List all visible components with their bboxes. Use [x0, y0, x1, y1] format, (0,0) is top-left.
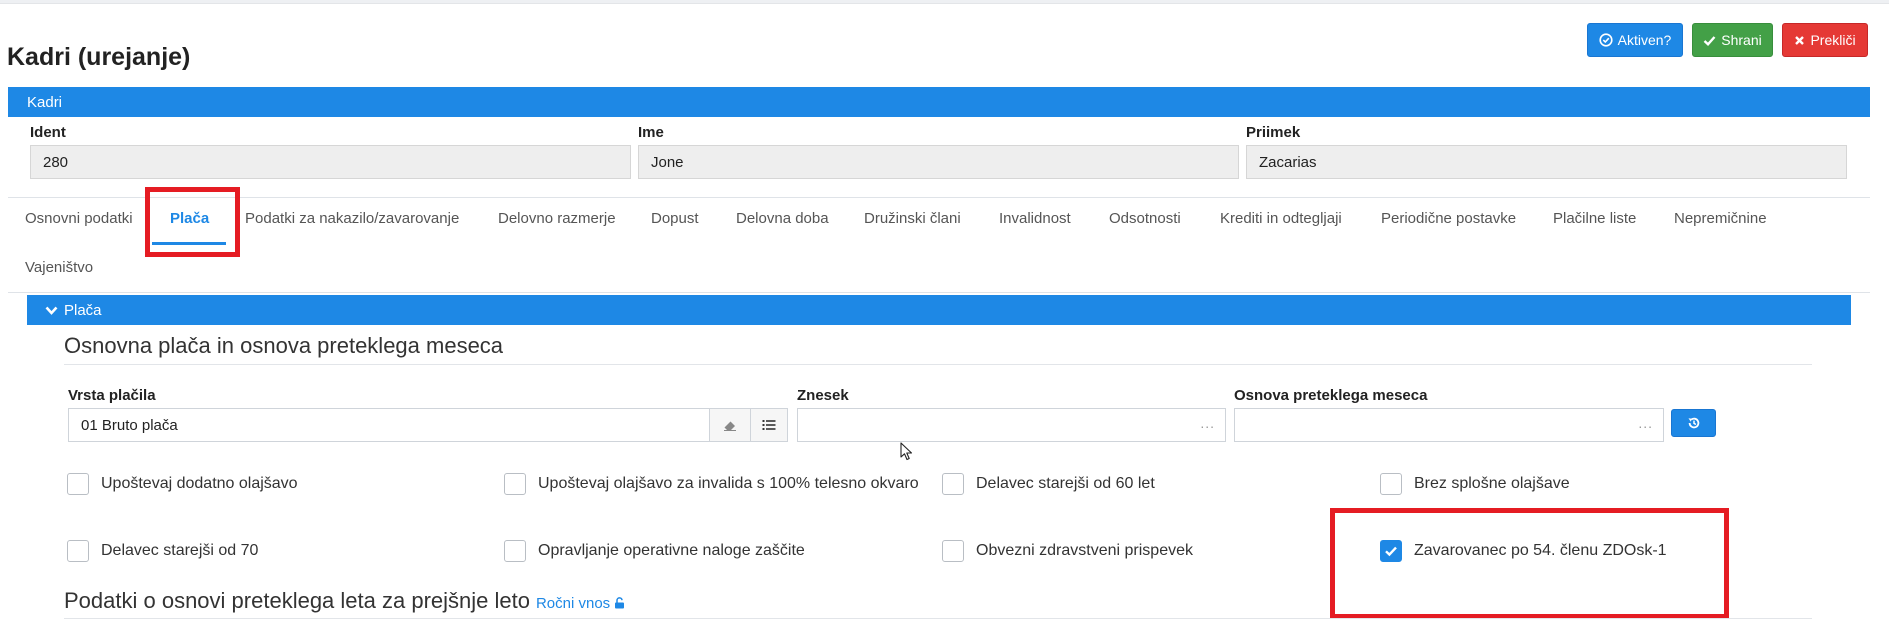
placa-panel-title: Plača [64, 301, 102, 319]
save-button[interactable]: Shrani [1692, 23, 1773, 57]
rocni-vnos-link[interactable]: Ročni vnos [536, 595, 625, 612]
rocni-vnos-label: Ročni vnos [535, 595, 611, 612]
znesek-label: Znesek [797, 387, 849, 404]
osnova-label: Osnova preteklega meseca [1234, 387, 1428, 404]
history-icon [1688, 417, 1699, 429]
checkbox-label: Delavec starejši od 70 [101, 542, 259, 559]
ident-label: Ident [30, 124, 66, 141]
tab-dopust[interactable]: Dopust [651, 210, 699, 227]
tab-delovna-doba[interactable]: Delovna doba [736, 210, 829, 227]
checkbox-box[interactable] [504, 540, 526, 562]
priimek-value: Zacarias [1259, 153, 1317, 171]
tab-nepremicnine[interactable]: Nepremičnine [1674, 210, 1767, 227]
save-button-label: Shrani [1721, 32, 1762, 48]
kadri-panel-header: Kadri [8, 87, 1870, 117]
ime-value: Jone [651, 153, 684, 171]
osnova-input[interactable]: ... [1234, 408, 1664, 442]
tab-periodicne-postavke[interactable]: Periodične postavke [1381, 210, 1516, 227]
tab-vajenistvo[interactable]: Vajeništvo [25, 259, 93, 276]
tab-odsotnosti[interactable]: Odsotnosti [1109, 210, 1181, 227]
checkbox-starejsi-60[interactable]: Delavec starejši od 60 let [942, 473, 1155, 495]
checkbox-box[interactable] [942, 473, 964, 495]
cancel-button[interactable]: Prekliči [1782, 23, 1868, 57]
section-title-osnova-preteklega-leta: Podatki o osnovi preteklega leta za prej… [64, 588, 625, 614]
checkbox-zdravstveni-prispevek[interactable]: Obvezni zdravstveni prispevek [942, 540, 1193, 562]
list-button[interactable] [750, 408, 788, 442]
tab-invalidnost[interactable]: Invalidnost [999, 210, 1071, 227]
tab-druzinski-clani[interactable]: Družinski člani [864, 210, 961, 227]
checkbox-box[interactable] [942, 540, 964, 562]
check-icon [1703, 35, 1716, 46]
vrsta-placila-value: 01 Bruto plača [81, 416, 178, 434]
tab-krediti-in-odtegljaji[interactable]: Krediti in odtegljaji [1220, 210, 1342, 227]
top-border [0, 0, 1889, 4]
checkbox-box[interactable] [1380, 473, 1402, 495]
tabs-bottom-divider [8, 292, 1870, 293]
mouse-cursor-icon [900, 442, 913, 461]
section-rule-1 [64, 364, 1812, 365]
check-circle-icon [1599, 33, 1613, 47]
checkbox-brez-splosne-olajsave[interactable]: Brez splošne olajšave [1380, 473, 1570, 495]
annotation-highlight-checkbox [1330, 508, 1729, 619]
kadri-panel-title: Kadri [27, 93, 63, 111]
checkbox-label: Obvezni zdravstveni prispevek [976, 542, 1193, 559]
cancel-button-label: Prekliči [1810, 32, 1856, 48]
checkbox-label: Brez splošne olajšave [1414, 475, 1570, 492]
list-icon [762, 420, 776, 430]
checkbox-label: Upoštevaj olajšavo za invalida s 100% te… [538, 475, 919, 492]
checkbox-starejsi-70[interactable]: Delavec starejši od 70 [67, 540, 258, 562]
tab-delovno-razmerje[interactable]: Delovno razmerje [498, 210, 616, 227]
checkbox-box[interactable] [504, 473, 526, 495]
page-title: Kadri (urejanje) [7, 43, 191, 71]
active-button-label: Aktiven? [1617, 32, 1672, 48]
checkbox-box[interactable] [67, 540, 89, 562]
checkbox-olajsava-invalid[interactable]: Upoštevaj olajšavo za invalida s 100% te… [504, 473, 919, 495]
vrsta-placila-input[interactable]: 01 Bruto plača [68, 408, 710, 442]
eraser-icon [724, 421, 736, 431]
tab-placilne-liste[interactable]: Plačilne liste [1553, 210, 1636, 227]
unlock-icon [615, 597, 625, 609]
checkbox-dodatna-olajsava[interactable]: Upoštevaj dodatno olajšavo [67, 473, 298, 495]
section-rule-2 [64, 618, 1812, 619]
vrsta-placila-label: Vrsta plačila [68, 387, 156, 404]
ident-field[interactable]: 280 [30, 145, 631, 179]
chevron-down-icon [45, 306, 58, 315]
checkbox-label: Opravljanje operativne naloge zaščite [538, 542, 805, 559]
ident-value: 280 [43, 153, 69, 171]
ime-field[interactable]: Jone [638, 145, 1239, 179]
priimek-label: Priimek [1246, 124, 1301, 141]
checkbox-label: Upoštevaj dodatno olajšavo [101, 475, 298, 492]
annotation-highlight-tab [145, 187, 240, 257]
priimek-field[interactable]: Zacarias [1246, 145, 1847, 179]
checkbox-box[interactable] [67, 473, 89, 495]
active-button[interactable]: Aktiven? [1587, 23, 1683, 57]
section2-title-text: Podatki o osnovi preteklega leta za prej… [64, 588, 530, 613]
ime-label: Ime [638, 124, 664, 141]
checkbox-operativne-naloge[interactable]: Opravljanje operativne naloge zaščite [504, 540, 805, 562]
osnova-dots: ... [1638, 415, 1653, 431]
close-icon [1795, 35, 1805, 45]
tabs-top-divider [8, 197, 1870, 198]
znesek-input[interactable]: ... [797, 408, 1226, 442]
tab-podatki-za-nakazilo[interactable]: Podatki za nakazilo/zavarovanje [245, 210, 459, 227]
checkbox-label: Delavec starejši od 60 let [976, 475, 1155, 492]
placa-panel-header[interactable]: Plača [27, 295, 1851, 325]
section-title-osnovna-placa: Osnovna plača in osnova preteklega mesec… [64, 333, 504, 358]
tab-osnovni-podatki[interactable]: Osnovni podatki [25, 210, 133, 227]
znesek-dots: ... [1200, 415, 1215, 431]
clear-button[interactable] [709, 408, 751, 442]
history-button[interactable] [1671, 409, 1716, 437]
